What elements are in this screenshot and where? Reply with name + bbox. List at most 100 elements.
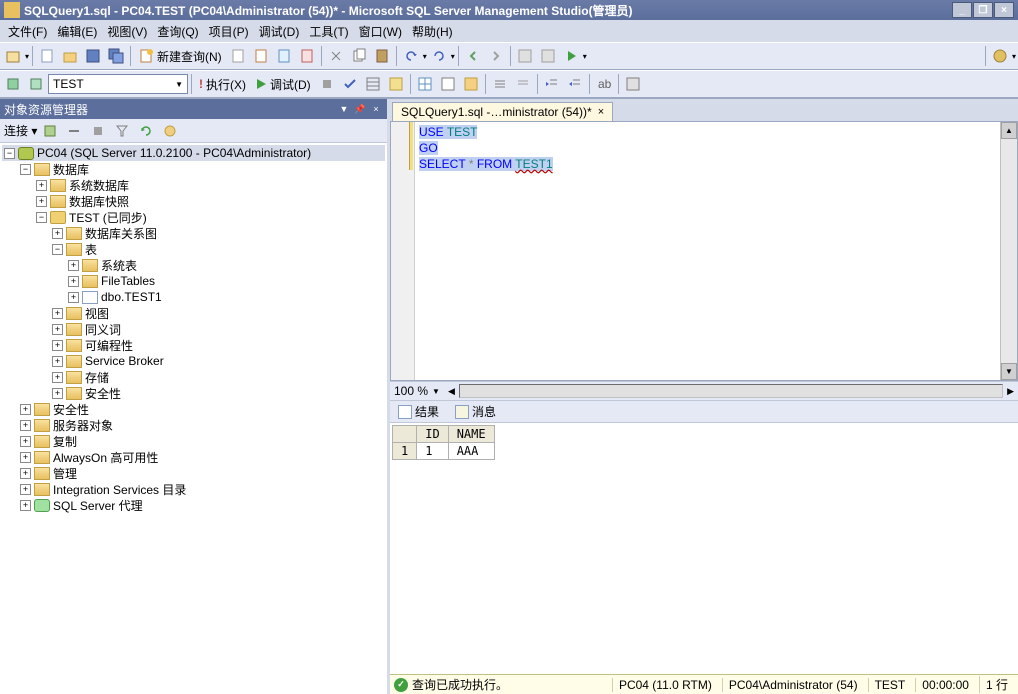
copy-button[interactable] (348, 45, 370, 67)
close-button[interactable]: × (994, 2, 1014, 18)
tree-synonyms[interactable]: 同义词 (85, 321, 121, 338)
toggle-icon[interactable]: + (20, 420, 31, 431)
chevron-left-icon[interactable]: ◀ (448, 386, 455, 397)
indent-button[interactable] (541, 73, 563, 95)
scroll-up-icon[interactable]: ▲ (1001, 122, 1017, 139)
menu-edit[interactable]: 编辑(E) (53, 21, 101, 42)
tb-icon-4[interactable] (296, 45, 318, 67)
toggle-icon[interactable]: + (20, 468, 31, 479)
tb-icon-x2[interactable] (537, 45, 559, 67)
open-button[interactable] (59, 45, 81, 67)
uncomment-button[interactable] (512, 73, 534, 95)
tb2-opt1[interactable] (362, 73, 384, 95)
database-combo[interactable]: TEST ▼ (48, 74, 188, 94)
results-text-button[interactable] (437, 73, 459, 95)
tree-storage[interactable]: 存储 (85, 369, 109, 386)
menu-tools[interactable]: 工具(T) (305, 21, 352, 42)
results-grid[interactable]: ID NAME 1 1 AAA (390, 423, 1018, 674)
results-grid-button[interactable] (414, 73, 436, 95)
tree-sql-agent[interactable]: SQL Server 代理 (53, 497, 143, 514)
toggle-icon[interactable]: + (20, 484, 31, 495)
messages-tab[interactable]: 消息 (451, 401, 500, 422)
editor-tab[interactable]: SQLQuery1.sql -…ministrator (54))* × (392, 102, 613, 121)
editor-content[interactable]: USE TEST GO SELECT * FROM TEST1 (415, 122, 557, 380)
menu-help[interactable]: 帮助(H) (408, 21, 457, 42)
tree-db-diagram[interactable]: 数据库关系图 (85, 225, 157, 242)
tree-security-db[interactable]: 安全性 (85, 385, 121, 402)
toggle-icon[interactable]: + (20, 452, 31, 463)
toggle-icon[interactable]: + (68, 260, 79, 271)
outdent-button[interactable] (564, 73, 586, 95)
tb2-misc1[interactable]: ab (593, 73, 615, 95)
tree-management[interactable]: 管理 (53, 465, 77, 482)
restore-button[interactable]: ❐ (973, 2, 993, 18)
editor-scrollbar[interactable]: ▲ ▼ (1000, 122, 1017, 380)
toggle-icon[interactable]: + (52, 308, 63, 319)
panel-close-icon[interactable]: × (369, 102, 383, 116)
tree-service-broker[interactable]: Service Broker (85, 354, 164, 368)
tb2-icon-1[interactable] (2, 73, 24, 95)
parse-button[interactable] (339, 73, 361, 95)
new-project-button[interactable] (2, 45, 24, 67)
toggle-icon[interactable]: + (52, 388, 63, 399)
col-header-name[interactable]: NAME (448, 426, 494, 443)
new-query-button[interactable]: 新建查询(N) (134, 45, 226, 67)
toggle-icon[interactable]: − (4, 148, 15, 159)
stop-icon[interactable] (87, 120, 109, 142)
tb2-misc2[interactable] (622, 73, 644, 95)
menu-file[interactable]: 文件(F) (4, 21, 51, 42)
chevron-right-icon[interactable]: ▶ (1007, 386, 1014, 397)
tree-databases[interactable]: 数据库 (53, 161, 89, 178)
tree-security[interactable]: 安全性 (53, 401, 89, 418)
tb-icon-2[interactable] (250, 45, 272, 67)
toggle-icon[interactable]: + (36, 180, 47, 191)
tree-dbo-test1[interactable]: dbo.TEST1 (101, 290, 162, 304)
menu-window[interactable]: 窗口(W) (355, 21, 406, 42)
connect-button[interactable]: 连接 ▾ (4, 122, 37, 139)
tb-icon-1[interactable] (227, 45, 249, 67)
tree-tables[interactable]: 表 (85, 241, 97, 258)
toggle-icon[interactable]: − (36, 212, 47, 223)
refresh-icon[interactable] (135, 120, 157, 142)
tree-programmability[interactable]: 可编程性 (85, 337, 133, 354)
oe-misc-icon[interactable] (159, 120, 181, 142)
tb-icon-x1[interactable] (514, 45, 536, 67)
debug-button[interactable]: 调试(D) (251, 73, 315, 95)
zoom-value[interactable]: 100 % (394, 384, 428, 398)
chevron-down-icon[interactable]: ▼ (432, 387, 440, 396)
table-row[interactable]: 1 1 AAA (393, 443, 495, 460)
save-button[interactable] (82, 45, 104, 67)
undo-button[interactable] (400, 45, 422, 67)
paste-button[interactable] (371, 45, 393, 67)
execute-button[interactable]: ! 执行(X) (195, 73, 250, 95)
new-button[interactable] (36, 45, 58, 67)
tb2-icon-2[interactable] (25, 73, 47, 95)
filter-icon[interactable] (111, 120, 133, 142)
tb-play-icon[interactable] (560, 45, 582, 67)
tree-test-db[interactable]: TEST (已同步) (69, 209, 147, 226)
tree-server[interactable]: PC04 (SQL Server 11.0.2100 - PC04\Admini… (37, 146, 311, 160)
nav-fwd-button[interactable] (485, 45, 507, 67)
redo-button[interactable] (428, 45, 450, 67)
toggle-icon[interactable]: + (52, 356, 63, 367)
tb2-opt2[interactable] (385, 73, 407, 95)
sql-editor[interactable]: USE TEST GO SELECT * FROM TEST1 ▲ ▼ (390, 121, 1018, 381)
tab-close-icon[interactable]: × (598, 106, 604, 118)
toggle-icon[interactable]: + (68, 292, 79, 303)
results-file-button[interactable] (460, 73, 482, 95)
menu-debug[interactable]: 调试(D) (255, 21, 304, 42)
tree-filetables[interactable]: FileTables (101, 274, 155, 288)
menu-project[interactable]: 项目(P) (205, 21, 253, 42)
tree-integration[interactable]: Integration Services 目录 (53, 481, 186, 498)
tb-icon-3[interactable] (273, 45, 295, 67)
cut-button[interactable] (325, 45, 347, 67)
save-all-button[interactable] (105, 45, 127, 67)
menu-query[interactable]: 查询(Q) (153, 21, 202, 42)
comment-button[interactable] (489, 73, 511, 95)
scroll-down-icon[interactable]: ▼ (1001, 363, 1017, 380)
toggle-icon[interactable]: − (52, 244, 63, 255)
tree-sys-tables[interactable]: 系统表 (101, 257, 137, 274)
toggle-icon[interactable]: + (52, 340, 63, 351)
col-header-id[interactable]: ID (417, 426, 448, 443)
tb-icon-right[interactable] (989, 45, 1011, 67)
